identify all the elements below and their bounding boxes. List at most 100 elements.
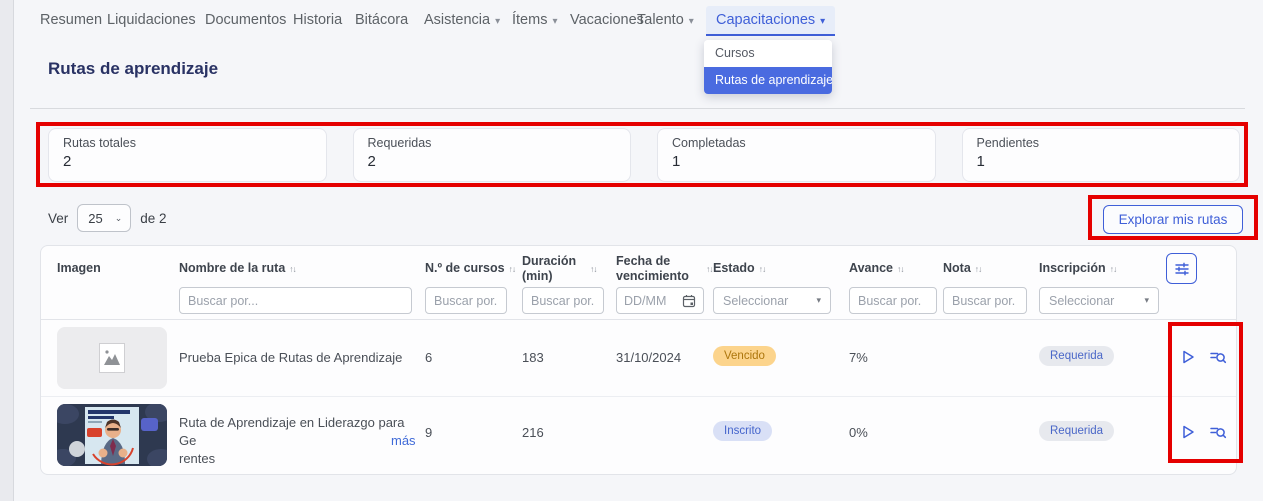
column-header-fecha: Fecha de vencimiento [616, 254, 700, 284]
sort-icon[interactable]: ↑↓ [975, 264, 982, 274]
leadership-course-image [57, 404, 167, 466]
date-placeholder: DD/MM [624, 294, 666, 308]
column-settings-button[interactable] [1166, 253, 1197, 284]
menu-item-cursos[interactable]: Cursos [704, 40, 832, 67]
stat-card-completadas: Completadas 1 [657, 128, 936, 182]
column-label: Avance [849, 261, 893, 275]
nav-item-asistencia[interactable]: Asistencia ▾ [424, 12, 500, 28]
stat-value: 2 [63, 153, 312, 170]
chevron-down-icon: ▾ [552, 16, 557, 27]
status-badge: Inscrito [713, 421, 772, 441]
stat-value: 1 [977, 153, 1226, 170]
sliders-icon [1174, 261, 1190, 277]
view-details-icon[interactable] [1209, 423, 1227, 441]
menu-item-rutas-de-aprendizaje[interactable]: Rutas de aprendizaje [704, 67, 832, 94]
nav-item-documentos[interactable]: Documentos [205, 12, 286, 28]
route-name-line2: rentes [179, 451, 215, 466]
sort-icon[interactable]: ↑↓ [1110, 264, 1117, 274]
column-header-cursos: N.º de cursos ↑↓ [425, 261, 515, 277]
calendar-icon [682, 294, 696, 308]
column-header-imagen: Imagen [57, 261, 101, 276]
chevron-down-icon: ▾ [1144, 295, 1149, 306]
sort-icon[interactable]: ↑↓ [897, 264, 904, 274]
chevron-down-icon: ▾ [495, 16, 500, 27]
status-badge: Vencido [713, 346, 776, 366]
nav-item-label: Capacitaciones [716, 12, 815, 28]
column-header-avance: Avance ↑↓ [849, 261, 904, 277]
filter-estado-select[interactable]: Seleccionar ▾ [713, 287, 831, 314]
column-header-inscripcion: Inscripción ↑↓ [1039, 261, 1116, 277]
nav-item-historia[interactable]: Historia [293, 12, 342, 28]
duration-min: 183 [522, 350, 544, 365]
nav-item-vacaciones[interactable]: Vacaciones [570, 12, 644, 28]
stat-card-requeridas: Requeridas 2 [353, 128, 632, 182]
column-header-duracion: Duración (min) [522, 254, 584, 284]
nav-item-items[interactable]: Ítems ▾ [512, 12, 557, 28]
filter-fecha-date-input[interactable]: DD/MM [616, 287, 704, 314]
chevron-down-icon: ▾ [820, 16, 825, 27]
filter-cursos-input[interactable] [425, 287, 507, 314]
filter-nombre-input[interactable] [179, 287, 412, 314]
play-route-icon[interactable] [1179, 348, 1197, 366]
nav-item-capacitaciones-active[interactable]: Capacitaciones ▾ [706, 6, 835, 36]
column-label: Nota [943, 261, 971, 275]
page-size-label: Ver [48, 211, 68, 226]
table-row: Prueba Epica de Rutas de Aprendizaje 6 1… [41, 319, 1236, 396]
column-header-nombre: Nombre de la ruta ↑↓ [179, 261, 296, 277]
sort-icon[interactable]: ↑↓ [590, 264, 597, 274]
route-thumbnail-placeholder [57, 327, 167, 389]
nav-item-liquidaciones[interactable]: Liquidaciones [107, 12, 196, 28]
sort-icon[interactable]: ↑↓ [289, 264, 296, 274]
sort-icon[interactable]: ↑↓ [509, 264, 516, 274]
route-name-line1: Ruta de Aprendizaje en Liderazgo para Ge [179, 415, 405, 448]
stats-row: Rutas totales 2 Requeridas 2 Completadas… [48, 128, 1240, 182]
show-more-link[interactable]: más [391, 433, 416, 448]
filter-avance-input[interactable] [849, 287, 937, 314]
divider [30, 108, 1245, 109]
due-date: 31/10/2024 [616, 350, 681, 365]
sort-icon[interactable]: ↑↓ [759, 264, 766, 274]
total-count-label: de 2 [140, 211, 166, 226]
column-header-nota: Nota ↑↓ [943, 261, 981, 277]
explore-routes-button[interactable]: Explorar mis rutas [1103, 205, 1243, 234]
stat-label: Completadas [672, 136, 921, 150]
stat-value: 1 [672, 153, 921, 170]
nav-item-label: Asistencia [424, 12, 490, 28]
column-label: Duración (min) [522, 254, 576, 283]
page-title: Rutas de aprendizaje [48, 59, 218, 79]
column-label: Nombre de la ruta [179, 261, 285, 275]
enrollment-badge: Requerida [1039, 346, 1114, 366]
chevron-down-icon: ⌄ [115, 213, 123, 224]
table-row: Ruta de Aprendizaje en Liderazgo para Ge… [41, 396, 1236, 475]
progress-value: 7% [849, 350, 868, 365]
page-size-select[interactable]: 25 ⌄ [77, 204, 131, 232]
nav-item-talento[interactable]: Talento▾ [637, 12, 694, 28]
column-label: Fecha de vencimiento [616, 254, 689, 283]
column-label: Estado [713, 261, 755, 275]
enrollment-badge: Requerida [1039, 421, 1114, 441]
stat-card-rutas-totales: Rutas totales 2 [48, 128, 327, 182]
nav-item-label: Talento [637, 12, 684, 28]
route-thumbnail [57, 404, 167, 466]
column-header-estado: Estado ↑↓ [713, 261, 765, 277]
sort-icon[interactable]: ↑↓ [706, 264, 713, 274]
stat-label: Requeridas [368, 136, 617, 150]
nav-item-label: Ítems [512, 12, 547, 28]
filter-nota-input[interactable] [943, 287, 1027, 314]
filter-inscripcion-select[interactable]: Seleccionar ▾ [1039, 287, 1159, 314]
nav-item-resumen[interactable]: Resumen [40, 12, 102, 28]
progress-value: 0% [849, 425, 868, 440]
courses-count: 9 [425, 425, 432, 440]
select-placeholder: Seleccionar [723, 294, 788, 308]
page-left-edge [0, 0, 14, 501]
column-label: Inscripción [1039, 261, 1106, 275]
broken-image-icon [99, 343, 125, 373]
nav-item-bitacora[interactable]: Bitácora [355, 12, 408, 28]
column-label: N.º de cursos [425, 261, 505, 275]
play-route-icon[interactable] [1179, 423, 1197, 441]
pagination-bar: Ver 25 ⌄ de 2 [48, 204, 167, 232]
stat-label: Rutas totales [63, 136, 312, 150]
page-size-value: 25 [88, 211, 102, 226]
view-details-icon[interactable] [1209, 348, 1227, 366]
filter-duracion-input[interactable] [522, 287, 604, 314]
